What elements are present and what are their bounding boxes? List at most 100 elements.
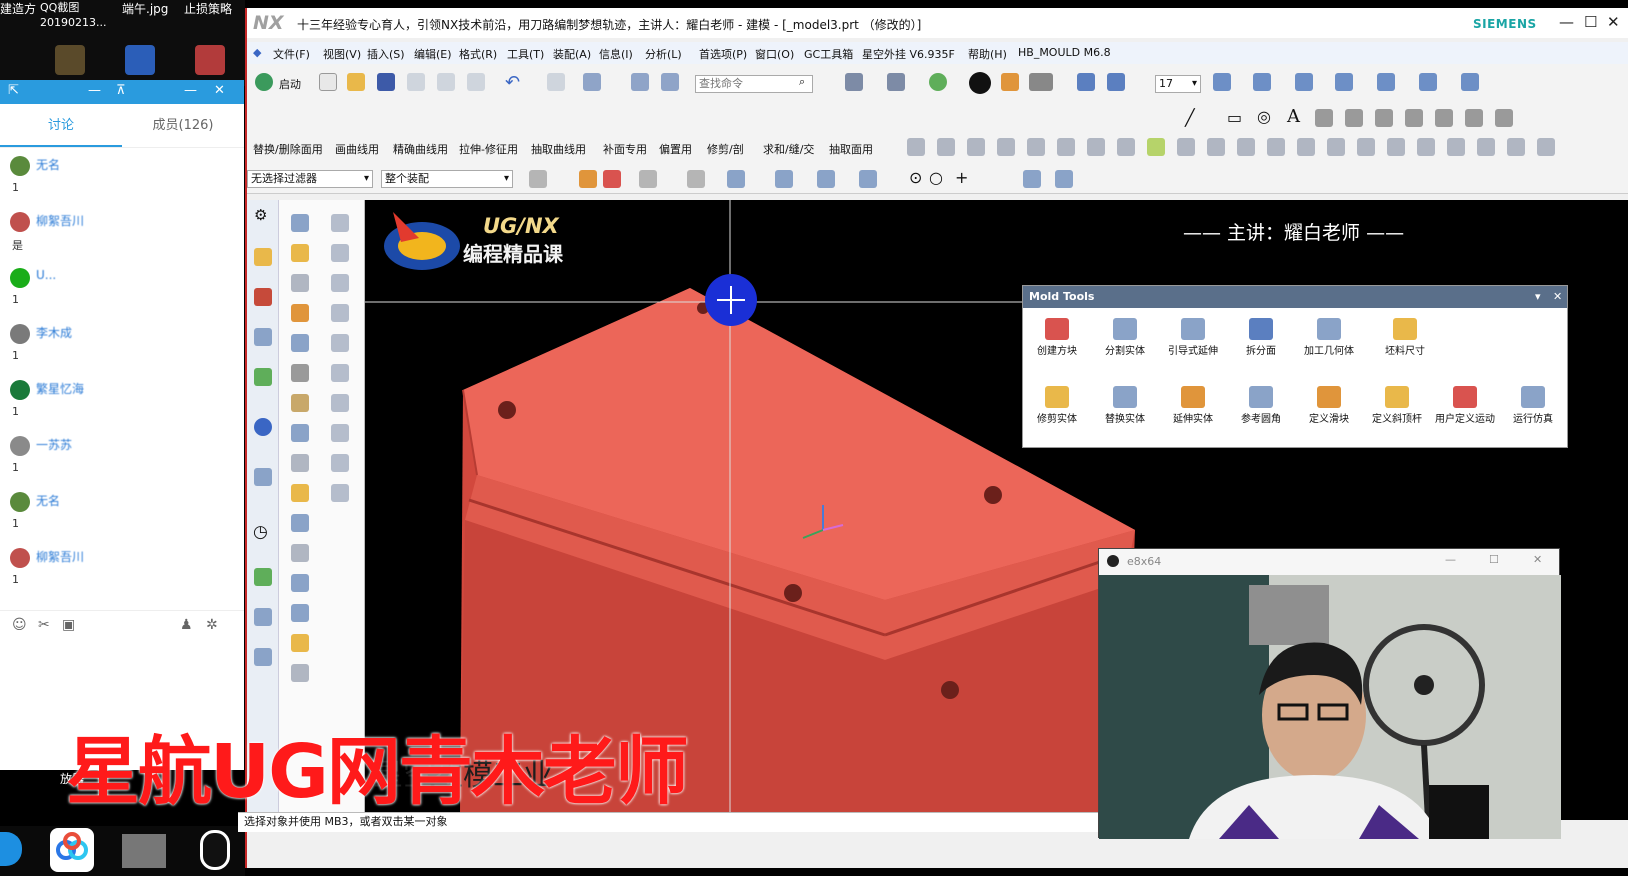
curve-tool-icon[interactable] <box>967 138 985 156</box>
avatar[interactable] <box>10 156 30 176</box>
mold-tool-button[interactable]: 运行仿真 <box>1501 386 1565 426</box>
rectangle-select-icon[interactable] <box>687 170 705 188</box>
spline-icon[interactable] <box>1315 109 1333 127</box>
curve-tool-icon[interactable] <box>1387 138 1405 156</box>
point-on-face-icon[interactable] <box>1023 170 1041 188</box>
quadrant-icon[interactable]: ○ <box>929 168 943 187</box>
feature-tool-icon[interactable] <box>291 274 309 292</box>
feature-tool-icon[interactable] <box>331 424 349 442</box>
feature-tool-icon[interactable] <box>291 514 309 532</box>
feature-tool-icon[interactable] <box>291 424 309 442</box>
clock-icon[interactable]: ◷ <box>253 522 268 542</box>
sender-name[interactable]: 李木成 <box>36 324 72 341</box>
feature-tool-icon[interactable] <box>291 364 309 382</box>
desktop-label[interactable]: 止损策略 <box>184 0 232 17</box>
curve-tool-icon[interactable] <box>997 138 1015 156</box>
feature-tool-icon[interactable] <box>331 334 349 352</box>
sender-name[interactable]: 无名 <box>36 156 60 173</box>
menu-item[interactable]: 星空外挂 V6.935F <box>862 46 955 62</box>
mold-tool-button[interactable]: 引导式延伸 <box>1161 318 1225 358</box>
mold-tool-button[interactable]: 延伸实体 <box>1161 386 1225 426</box>
roles-icon[interactable] <box>254 608 272 626</box>
wcs-icon[interactable] <box>1253 73 1271 91</box>
transform-icon[interactable] <box>661 73 679 91</box>
render-style-icon[interactable] <box>969 72 991 94</box>
close-icon[interactable]: ✕ <box>214 83 225 98</box>
snap-off-icon[interactable] <box>1055 170 1073 188</box>
new-file-icon[interactable] <box>319 73 337 91</box>
minimize-icon[interactable]: — <box>184 83 197 98</box>
show-hide-icon[interactable] <box>1295 73 1313 91</box>
text-icon[interactable]: A <box>1287 106 1300 127</box>
custom-menu-item[interactable]: 补面专用 <box>603 141 647 157</box>
feature-tool-icon[interactable] <box>291 304 309 322</box>
feature-tool-icon[interactable] <box>291 604 309 622</box>
mold-tool-button[interactable]: 参考圆角 <box>1229 386 1293 426</box>
composite-curve-icon[interactable] <box>1495 109 1513 127</box>
feature-tool-icon[interactable] <box>291 634 309 652</box>
mold-tool-button[interactable]: 创建方块 <box>1025 318 1089 358</box>
curve-tool-icon[interactable] <box>1507 138 1525 156</box>
mid-point-icon[interactable] <box>859 170 877 188</box>
sender-name[interactable]: 繁星忆海 <box>36 380 84 397</box>
command-search-input[interactable] <box>695 75 813 93</box>
pin-icon[interactable]: ⊼ <box>116 83 126 98</box>
curve-tool-icon[interactable] <box>1267 138 1285 156</box>
minimize-icon[interactable]: — <box>1559 13 1574 31</box>
custom-menu-item[interactable]: 修剪/剖 <box>707 141 744 157</box>
menu-item[interactable]: 信息(I) <box>599 46 633 62</box>
feature-tool-icon[interactable] <box>331 274 349 292</box>
arc-icon[interactable]: ◎ <box>1257 107 1271 126</box>
baidu-netdisk-icon[interactable] <box>50 828 94 872</box>
desktop-icon[interactable] <box>55 45 85 75</box>
menu-item[interactable]: 帮助(H) <box>968 46 1007 62</box>
redo-icon[interactable] <box>547 73 565 91</box>
curve-tool-icon[interactable] <box>1177 138 1195 156</box>
mold-tool-button[interactable]: 用户定义运动 <box>1433 386 1497 426</box>
avatar[interactable] <box>10 268 30 288</box>
highlight-icon[interactable] <box>1001 73 1019 91</box>
command-finder-icon[interactable] <box>583 73 601 91</box>
curve-tool-icon[interactable] <box>1327 138 1345 156</box>
selection-scope-select[interactable]: 整个装配 <box>381 170 513 188</box>
sender-name[interactable]: 无名 <box>36 492 60 509</box>
search-icon[interactable]: ⌕ <box>799 75 805 89</box>
feature-tool-icon[interactable] <box>291 454 309 472</box>
mold-tool-button[interactable]: 加工几何体 <box>1297 318 1361 358</box>
nx-start-icon[interactable] <box>255 73 273 91</box>
tab-members[interactable]: 成员(126) <box>122 104 244 147</box>
snap-icon[interactable] <box>603 170 621 188</box>
menu-item[interactable]: 首选项(P) <box>699 46 747 62</box>
menu-item[interactable]: HB_MOULD M6.8 <box>1018 46 1111 59</box>
save-icon[interactable] <box>377 73 395 91</box>
sender-name[interactable]: 一苏苏 <box>36 436 72 453</box>
edit-icon[interactable] <box>631 73 649 91</box>
avatar[interactable] <box>10 380 30 400</box>
feature-tool-icon[interactable] <box>331 304 349 322</box>
rotate-view-icon[interactable] <box>887 73 905 91</box>
intersection-icon[interactable]: + <box>955 168 968 187</box>
open-folder-icon[interactable] <box>347 73 365 91</box>
history-icon[interactable] <box>254 468 272 486</box>
avatar[interactable] <box>10 548 30 568</box>
feature-tool-icon[interactable] <box>331 394 349 412</box>
custom-menu-item[interactable]: 求和/缝/交 <box>763 141 814 157</box>
custom-menu-item[interactable]: 抽取曲线用 <box>531 141 586 157</box>
mold-tool-button[interactable]: 替换实体 <box>1093 386 1157 426</box>
bridge-curve-icon[interactable] <box>1375 109 1393 127</box>
sender-name[interactable]: 柳絮吾川 <box>36 548 84 565</box>
curve-tool-icon[interactable] <box>1537 138 1555 156</box>
curve-tool-icon[interactable] <box>1297 138 1315 156</box>
desktop-label[interactable]: 建造方 <box>0 0 36 17</box>
snap-point-icon[interactable] <box>775 170 793 188</box>
center-point-icon[interactable]: ⊙ <box>909 168 922 187</box>
select-icon[interactable] <box>639 170 657 188</box>
view-orient-icon[interactable] <box>1077 73 1095 91</box>
custom-menu-item[interactable]: 画曲线用 <box>335 141 379 157</box>
menu-item[interactable]: 窗口(O) <box>755 46 794 62</box>
menu-item[interactable]: GC工具箱 <box>804 46 853 62</box>
gear-icon[interactable]: ⚙ <box>254 206 267 224</box>
system-scene-icon[interactable] <box>254 648 272 666</box>
avatar[interactable] <box>10 492 30 512</box>
mold-tool-button[interactable]: 定义斜顶杆 <box>1365 386 1429 426</box>
